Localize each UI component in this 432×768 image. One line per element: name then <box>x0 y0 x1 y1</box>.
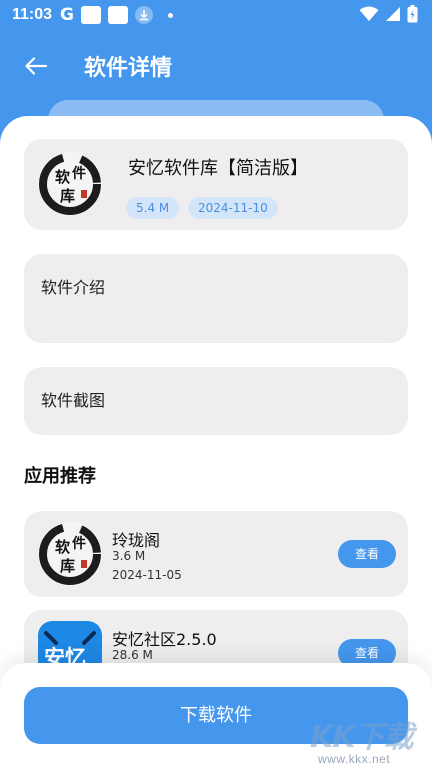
watermark-brand: KK下载 <box>310 720 413 755</box>
status-time: 11:03 <box>12 6 53 23</box>
recommend-title: 应用推荐 <box>24 466 96 487</box>
screenshots-label: 软件截图 <box>41 391 106 410</box>
arrow-left-icon <box>25 57 47 75</box>
app-date-badge: 2024-11-10 <box>188 197 278 219</box>
download-icon <box>135 6 154 24</box>
app-notification-icon <box>108 6 129 24</box>
page-title: 软件详情 <box>84 56 173 81</box>
watermark: KK下载 www.kkx.net <box>308 712 426 768</box>
battery-icon <box>407 5 418 23</box>
app-size-badge: 5.4 M <box>126 197 180 219</box>
status-bar: 11:03 G <box>0 0 432 30</box>
google-icon: G <box>60 5 75 25</box>
signal-icon <box>386 7 400 21</box>
svg-text:件: 件 <box>72 535 86 552</box>
app-info-card: 软 件 库 安忆软件库【简洁版】 5.4 M 2024-11-10 <box>24 139 408 230</box>
intro-section: 软件介绍 <box>24 254 408 343</box>
rec-app-date: 2024-11-05 <box>112 568 182 582</box>
svg-text:件: 件 <box>72 165 86 182</box>
app-bar: 软件详情 <box>0 40 432 92</box>
svg-text:库: 库 <box>60 187 75 205</box>
rec-app-name: 玲珑阁 <box>112 531 161 550</box>
view-button[interactable]: 查看 <box>338 540 396 568</box>
svg-text:软: 软 <box>55 168 70 186</box>
svg-text:库: 库 <box>60 557 75 575</box>
wifi-icon <box>359 6 379 21</box>
app-notification-icon <box>81 6 102 24</box>
back-button[interactable] <box>22 52 50 80</box>
rec-app-name: 安忆社区2.5.0 <box>112 630 217 649</box>
app-name: 安忆软件库【简洁版】 <box>128 158 308 179</box>
app-logo: 软 件 库 <box>38 152 102 216</box>
list-item[interactable]: 软 件 库 玲珑阁 3.6 M 2024-11-05 查看 <box>24 511 408 597</box>
intro-label: 软件介绍 <box>41 278 106 297</box>
rec-app-size: 28.6 M <box>112 648 153 662</box>
dot-icon <box>168 12 174 18</box>
rec-app-size: 3.6 M <box>112 549 146 563</box>
app-logo: 软 件 库 <box>38 522 102 586</box>
screenshots-section: 软件截图 <box>24 367 408 435</box>
watermark-url: www.kkx.net <box>318 752 391 766</box>
svg-text:软: 软 <box>55 538 70 556</box>
